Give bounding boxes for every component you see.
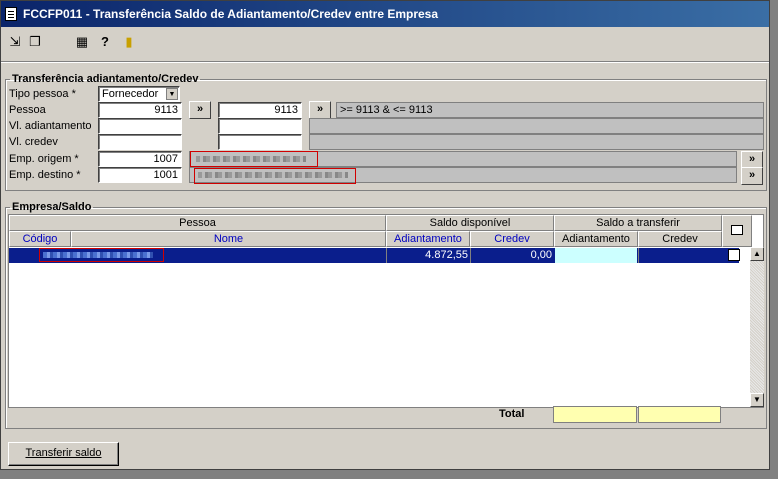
empresa-saldo-legend: Empresa/Saldo (12, 201, 92, 213)
title-bar: FCCFP011 - Transferência Saldo de Adiant… (1, 1, 769, 27)
vl-adiantamento-label: Vl. adiantamento (9, 120, 92, 132)
col-header-nome[interactable]: Nome (71, 231, 386, 247)
col-header-codigo[interactable]: Código (9, 231, 71, 247)
group-header-saldo-disponivel: Saldo disponível (386, 215, 554, 231)
export-icon[interactable]: ⇲ (7, 34, 23, 50)
group-header-pessoa: Pessoa (9, 215, 386, 231)
redaction-box (194, 168, 356, 184)
vl-credev-to-input[interactable] (218, 134, 302, 150)
transfer-legend: Transferência adiantamento/Credev (12, 73, 199, 85)
chevron-down-icon[interactable]: ▼ (166, 88, 178, 100)
vl-credev-label: Vl. credev (9, 136, 58, 148)
select-all-checkbox[interactable] (731, 225, 743, 235)
row-adiantamento: 4.872,55 (386, 248, 470, 263)
col-header-transfer-adiantamento[interactable]: Adiantamento (554, 231, 638, 247)
pessoa-label: Pessoa (9, 104, 46, 116)
scroll-down-icon[interactable]: ▼ (750, 393, 764, 407)
total-label: Total (499, 408, 525, 420)
redaction-box (190, 151, 318, 167)
transfer-saldo-button[interactable]: Transferir saldo (8, 442, 119, 466)
vl-credev-display (309, 134, 764, 150)
pessoa-to-lookup-button[interactable]: » (309, 101, 331, 119)
app-icon (5, 7, 17, 21)
scroll-up-icon[interactable]: ▲ (750, 247, 764, 261)
pessoa-from-input[interactable]: 9113 (98, 102, 182, 118)
vl-adiantamento-from-input[interactable] (98, 118, 182, 134)
copy-icon[interactable]: ❐ (27, 34, 43, 50)
saldo-grid: Pessoa Saldo disponível Saldo a transfer… (8, 214, 764, 408)
emp-destino-label: Emp. destino * (9, 169, 81, 181)
pessoa-lookup-button[interactable]: » (189, 101, 211, 119)
emp-destino-lookup-button[interactable]: » (741, 167, 763, 185)
row-transfer-credev-input[interactable] (638, 248, 722, 263)
emp-origem-input[interactable]: 1007 (98, 151, 182, 167)
vl-adiantamento-to-input[interactable] (218, 118, 302, 134)
col-header-adiantamento[interactable]: Adiantamento (386, 231, 470, 247)
total-credev-field (638, 406, 721, 423)
row-credev: 0,00 (470, 248, 554, 263)
pessoa-to-input[interactable]: 9113 (218, 102, 302, 118)
vertical-scrollbar[interactable]: ▲ ▼ (750, 247, 764, 407)
window-title: FCCFP011 - Transferência Saldo de Adiant… (23, 7, 439, 21)
row-checkbox[interactable] (728, 249, 740, 261)
pessoa-range-display: >= 9113 & <= 9113 (336, 102, 764, 118)
emp-origem-label: Emp. origem * (9, 153, 79, 165)
tipo-pessoa-select[interactable]: Fornecedor ▼ (98, 86, 180, 102)
group-header-saldo-transferir: Saldo a transferir (554, 215, 722, 231)
col-header-credev[interactable]: Credev (470, 231, 554, 247)
vl-adiantamento-display (309, 118, 764, 134)
help-icon[interactable]: ? (97, 34, 113, 50)
total-adiantamento-field (553, 406, 637, 423)
toolbar-separator (1, 61, 769, 63)
vl-credev-from-input[interactable] (98, 134, 182, 150)
exit-icon[interactable]: ▮ (121, 34, 137, 50)
toolbar: ⇲ ❐ ▦ ? ▮ (1, 29, 769, 57)
tipo-pessoa-label: Tipo pessoa * (9, 88, 76, 100)
app-window: FCCFP011 - Transferência Saldo de Adiant… (0, 0, 770, 470)
calendar-icon[interactable]: ▦ (74, 34, 90, 50)
row-transfer-adiantamento-input[interactable] (555, 248, 637, 263)
select-all-header[interactable] (722, 215, 752, 247)
emp-destino-input[interactable]: 1001 (98, 167, 182, 183)
tipo-pessoa-value: Fornecedor (102, 88, 159, 100)
transfer-saldo-label: Transferir saldo (25, 447, 102, 459)
redaction-box (39, 248, 164, 262)
col-header-transfer-credev[interactable]: Credev (638, 231, 722, 247)
